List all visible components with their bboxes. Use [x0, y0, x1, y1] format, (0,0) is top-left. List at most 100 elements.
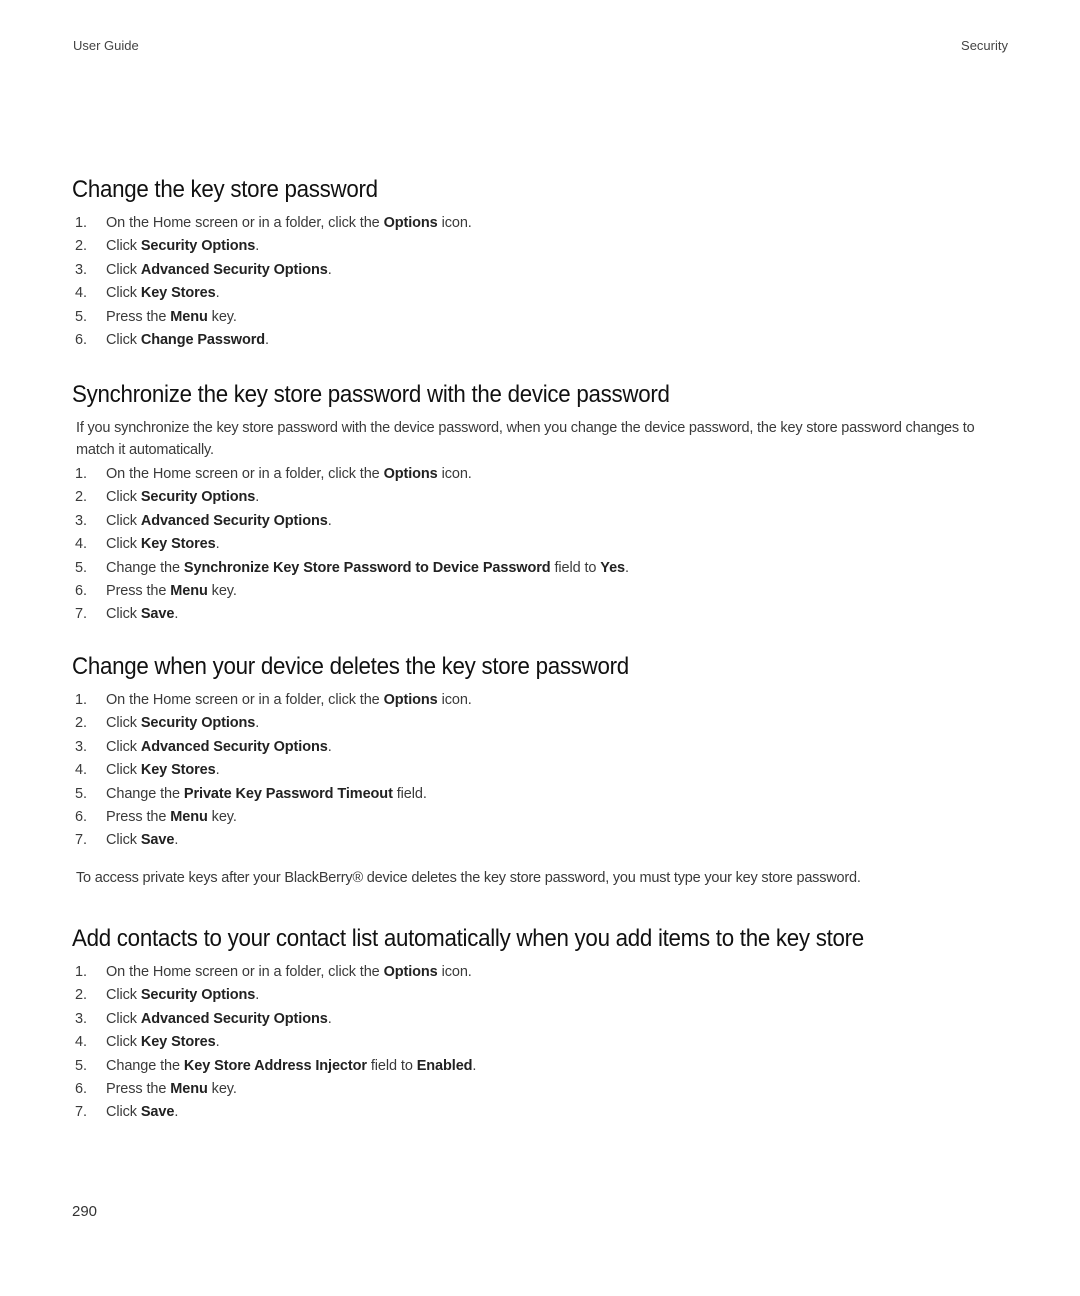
section-intro: If you synchronize the key store passwor…	[76, 420, 975, 458]
steps-list: 1. On the Home screen or in a folder, cli…	[72, 961, 1012, 1125]
step-item: 3. Click Advanced Security Options.	[72, 736, 1012, 759]
ui-element-label: Options	[383, 466, 438, 482]
ui-element-label: Security Options	[140, 238, 256, 255]
step-item: 7. Click Save.	[72, 603, 1012, 626]
step-number: 4.	[75, 1034, 87, 1051]
ui-element-label: Enabled	[416, 1057, 473, 1074]
ui-element-label: Advanced Security Options	[140, 512, 328, 529]
step-number: 6.	[75, 332, 87, 349]
step-number: 6.	[75, 809, 87, 826]
section-add-contacts-automatically: Add contacts to your contact list automa…	[72, 925, 1012, 1125]
step-number: 5.	[75, 785, 87, 802]
ui-element-label: Options	[383, 964, 438, 980]
ui-element-label: Menu	[170, 583, 208, 600]
step-item: 2. Click Security Options.	[72, 235, 1012, 258]
ui-element-label: Key Store Address Injector	[183, 1057, 367, 1074]
step-number: 3.	[75, 1010, 87, 1027]
section-heading: Synchronize the key store password with …	[72, 381, 670, 408]
step-number: 5.	[75, 308, 87, 325]
ui-element-label: Key Stores	[140, 536, 216, 553]
ui-element-label: Key Stores	[140, 1034, 216, 1051]
ui-element-label: Save	[140, 606, 175, 623]
ui-element-label: Menu	[170, 809, 208, 826]
ui-element-label: Menu	[170, 1081, 208, 1098]
steps-list: 1. On the Home screen or in a folder, cli…	[72, 212, 1012, 352]
steps-list: 1. On the Home screen or in a folder, cli…	[72, 463, 1012, 627]
ui-element-label: Change Password	[140, 332, 266, 349]
ui-element-label: Options	[383, 692, 438, 708]
section-change-key-store-password: Change the key store password 1. On the H…	[72, 176, 1012, 352]
step-number: 2.	[75, 238, 87, 255]
step-item: 5. Press the Menu key.	[72, 306, 1012, 329]
step-item: 2. Click Security Options.	[72, 984, 1012, 1007]
step-item: 7. Click Save.	[72, 829, 1012, 852]
step-item: 3. Click Advanced Security Options.	[72, 1008, 1012, 1031]
step-item: 1. On the Home screen or in a folder, cli…	[72, 212, 1012, 235]
step-number: 6.	[75, 1081, 87, 1098]
step-number: 4.	[75, 285, 87, 302]
step-number: 7.	[75, 606, 87, 623]
step-number: 4.	[75, 762, 87, 779]
step-number: 4.	[75, 536, 87, 553]
step-item: 5. Change the Private Key Password Timeou…	[72, 783, 1012, 806]
step-item: 6. Press the Menu key.	[72, 806, 1012, 829]
step-number: 2.	[75, 987, 87, 1004]
step-number: 7.	[75, 1104, 87, 1121]
ui-element-label: Security Options	[140, 987, 256, 1004]
section-change-key-store-password-timeout: Change when your device deletes the key …	[72, 653, 1012, 889]
ui-element-label: Key Stores	[140, 285, 216, 302]
ui-element-label: Synchronize Key Store Password to Device…	[183, 559, 551, 576]
step-number: 1.	[75, 466, 87, 482]
step-item: 4. Click Key Stores.	[72, 282, 1012, 305]
step-number: 5.	[75, 559, 87, 576]
step-item: 5. Change the Synchronize Key Store Passw…	[72, 557, 1012, 580]
ui-element-label: Advanced Security Options	[140, 261, 328, 278]
steps-list: 1. On the Home screen or in a folder, cli…	[72, 689, 1012, 853]
step-item: 6. Click Change Password.	[72, 329, 1012, 352]
step-item: 1. On the Home screen or in a folder, cli…	[72, 463, 1012, 486]
ui-element-label: Options	[383, 215, 438, 231]
ui-element-label: Key Stores	[140, 762, 216, 779]
running-header-section: Security	[961, 38, 1008, 53]
section-heading: Add contacts to your contact list automa…	[72, 925, 864, 952]
step-item: 6. Press the Menu key.	[72, 1078, 1012, 1101]
ui-element-label: Save	[140, 832, 175, 849]
step-item: 1. On the Home screen or in a folder, cli…	[72, 961, 1012, 984]
step-item: 3. Click Advanced Security Options.	[72, 510, 1012, 533]
running-header-title: User Guide	[73, 38, 139, 53]
step-item: 5. Change the Key Store Address Injector …	[72, 1055, 1012, 1078]
section-heading: Change when your device deletes the key …	[72, 653, 629, 680]
step-number: 7.	[75, 832, 87, 849]
ui-element-label: Security Options	[140, 715, 256, 732]
step-item: 4. Click Key Stores.	[72, 533, 1012, 556]
step-number: 5.	[75, 1057, 87, 1074]
section-note: To access private keys after your BlackB…	[76, 869, 861, 886]
step-item: 6. Press the Menu key.	[72, 580, 1012, 603]
step-number: 3.	[75, 512, 87, 529]
section-heading: Change the key store password	[72, 176, 378, 203]
step-item: 1. On the Home screen or in a folder, cli…	[72, 689, 1012, 712]
step-number: 1.	[75, 215, 87, 231]
step-number: 6.	[75, 583, 87, 600]
ui-element-label: Yes	[600, 559, 625, 576]
ui-element-label: Menu	[170, 308, 208, 325]
step-item: 3. Click Advanced Security Options.	[72, 259, 1012, 282]
step-number: 2.	[75, 715, 87, 732]
step-number: 1.	[75, 964, 87, 980]
ui-element-label: Advanced Security Options	[140, 738, 328, 755]
page-number: 290	[72, 1203, 98, 1220]
step-number: 2.	[75, 489, 87, 506]
step-number: 1.	[75, 692, 87, 708]
step-item: 2. Click Security Options.	[72, 712, 1012, 735]
ui-element-label: Security Options	[140, 489, 256, 506]
step-item: 4. Click Key Stores.	[72, 759, 1012, 782]
step-item: 7. Click Save.	[72, 1101, 1012, 1124]
ui-element-label: Private Key Password Timeout	[183, 785, 393, 802]
step-number: 3.	[75, 261, 87, 278]
step-item: 2. Click Security Options.	[72, 486, 1012, 509]
section-synchronize-key-store-password: Synchronize the key store password with …	[72, 381, 1012, 627]
step-item: 4. Click Key Stores.	[72, 1031, 1012, 1054]
ui-element-label: Advanced Security Options	[140, 1010, 328, 1027]
step-number: 3.	[75, 738, 87, 755]
ui-element-label: Save	[140, 1104, 175, 1121]
